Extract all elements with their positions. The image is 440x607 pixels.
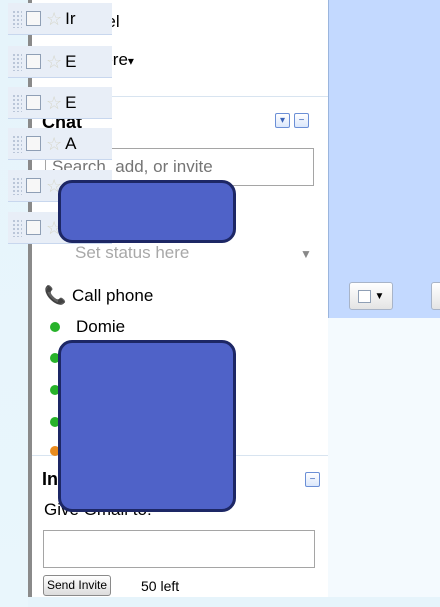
phone-icon: 📞 — [44, 285, 67, 305]
drag-handle-icon[interactable] — [12, 218, 22, 237]
invites-left-count: 50 left — [141, 578, 180, 594]
message-row[interactable]: ☆ E — [8, 87, 112, 119]
chat-contact[interactable]: Domie — [50, 317, 125, 337]
redaction-box — [58, 340, 236, 512]
message-checkbox[interactable] — [26, 11, 41, 26]
chat-collapse-icon[interactable]: − — [294, 113, 309, 128]
dropdown-arrow-icon: ▼ — [374, 290, 385, 302]
message-checkbox[interactable] — [26, 95, 41, 110]
message-list-panel — [328, 0, 440, 318]
drag-handle-icon[interactable] — [12, 93, 22, 112]
drag-handle-icon[interactable] — [12, 52, 22, 71]
message-checkbox[interactable] — [26, 136, 41, 151]
message-checkbox[interactable] — [26, 220, 41, 235]
status-dropdown-icon[interactable]: ▼ — [300, 247, 312, 261]
window-frame-bottom — [28, 597, 440, 607]
star-icon[interactable]: ☆ — [46, 10, 62, 28]
call-phone-link[interactable]: 📞 Call phone — [44, 285, 153, 306]
redaction-box — [58, 180, 236, 243]
star-icon[interactable]: ☆ — [46, 53, 62, 71]
call-phone-label: Call phone — [72, 285, 154, 305]
drag-handle-icon[interactable] — [12, 134, 22, 153]
message-snippet: A — [65, 133, 77, 153]
send-invite-button[interactable]: Send Invite — [43, 575, 112, 596]
message-row[interactable]: ☆ A — [8, 128, 112, 160]
message-snippet: E — [65, 92, 77, 112]
message-row[interactable]: ☆ Ir — [8, 3, 112, 35]
invite-email-input[interactable] — [43, 530, 315, 568]
message-checkbox[interactable] — [26, 178, 41, 193]
drag-handle-icon[interactable] — [12, 9, 22, 28]
star-icon[interactable]: ☆ — [46, 135, 62, 153]
select-messages-button[interactable]: ▼ — [349, 282, 393, 310]
toolbar-button[interactable] — [431, 282, 440, 310]
invite-collapse-icon[interactable]: − — [305, 472, 320, 487]
online-dot-icon — [50, 322, 60, 332]
drag-handle-icon[interactable] — [12, 176, 22, 195]
message-snippet: Ir — [65, 8, 76, 28]
message-snippet: E — [65, 51, 77, 71]
message-row[interactable]: ☆ E — [8, 46, 112, 78]
chat-options-dropdown-icon[interactable]: ▾ — [275, 113, 290, 128]
status-message-field[interactable]: Set status here — [75, 243, 189, 263]
star-icon[interactable]: ☆ — [46, 94, 62, 112]
contact-name: Domie — [76, 317, 126, 336]
message-checkbox[interactable] — [26, 54, 41, 69]
dropdown-arrow-icon: ▾ — [127, 54, 134, 68]
message-list-background — [328, 318, 440, 597]
invite-section-title: In — [42, 469, 58, 489]
select-checkbox-icon — [357, 289, 371, 303]
